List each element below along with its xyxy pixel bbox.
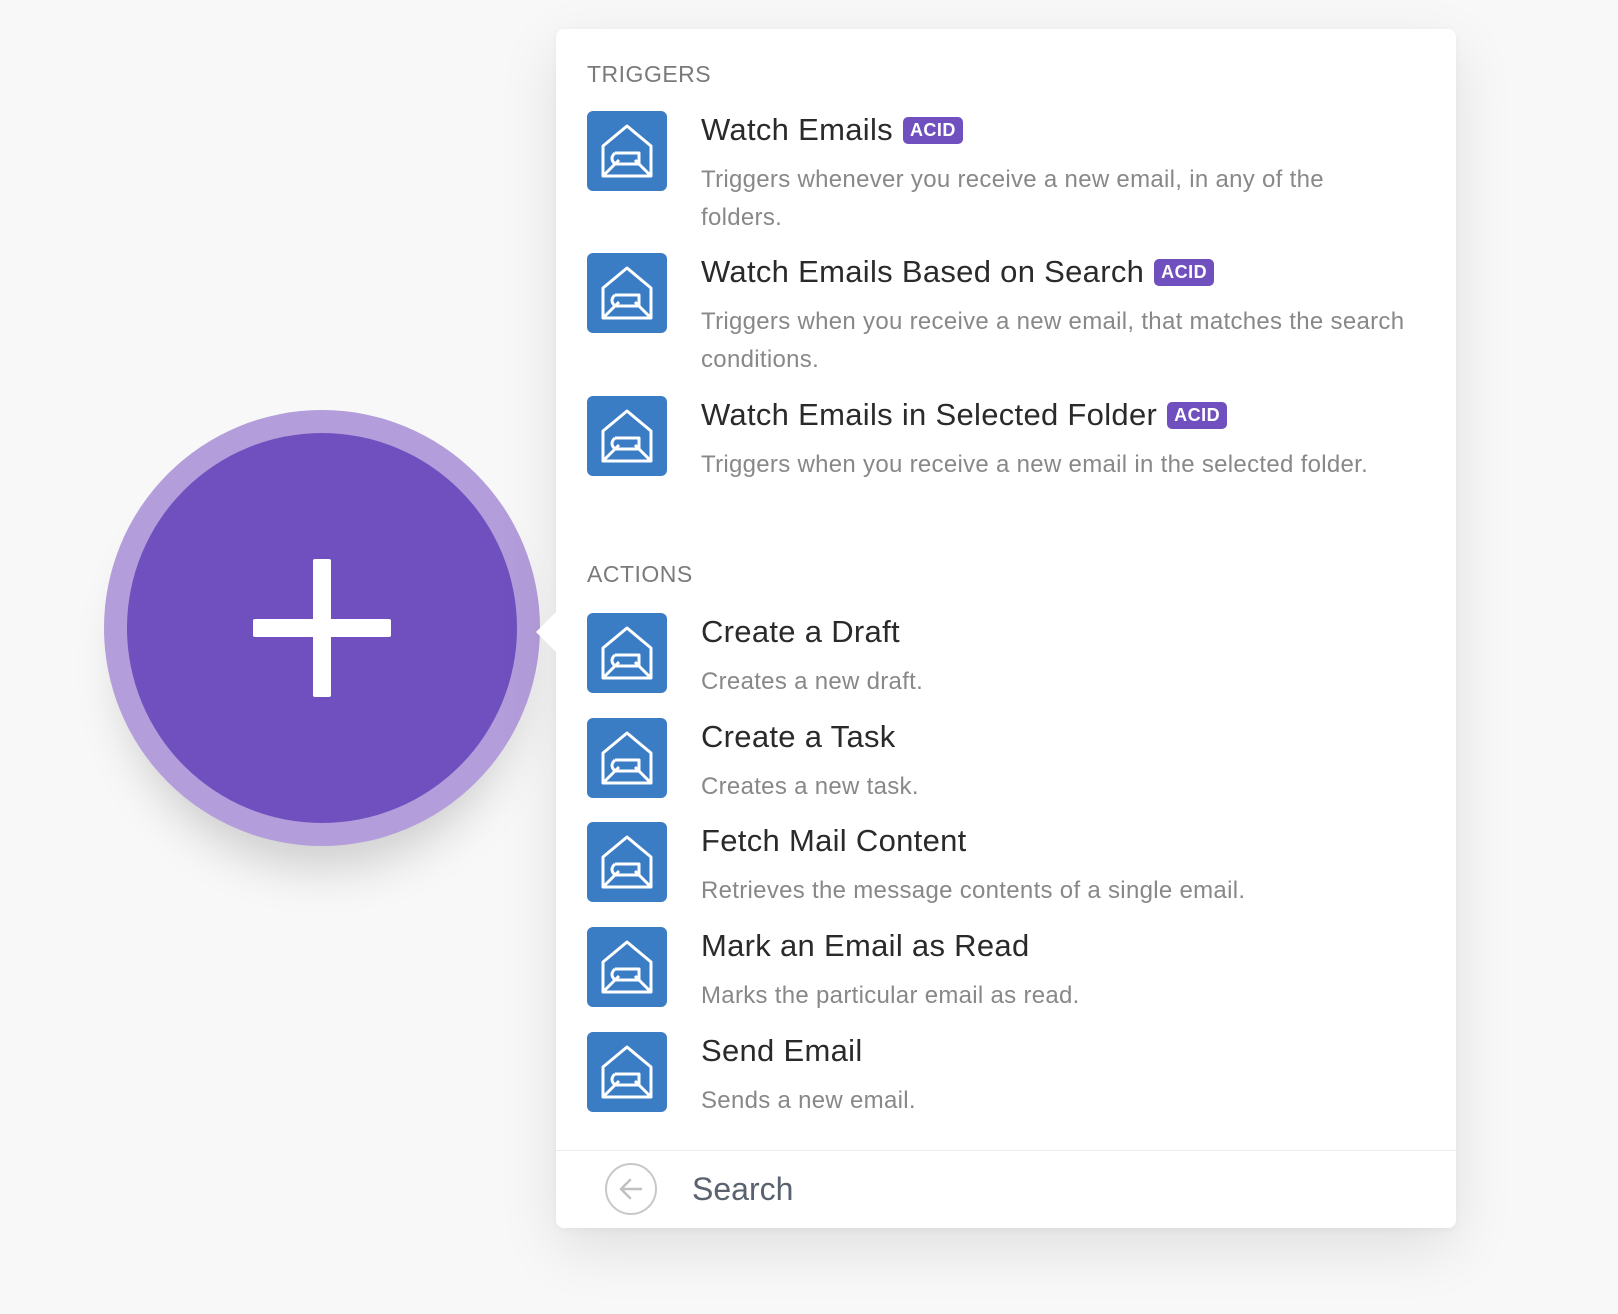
arrow-left-icon (619, 1178, 643, 1200)
plus-icon-vertical (313, 559, 331, 697)
module-description: Creates a new task. (701, 773, 919, 800)
acid-badge: ACID (902, 117, 963, 144)
mail-envelope-icon (587, 396, 667, 476)
triggers-section-label: TRIGGERS (587, 61, 712, 87)
acid-badge: ACID (1154, 259, 1215, 286)
acid-badge: ACID (1167, 402, 1228, 429)
module-description: Triggers whenever you receive a new emai… (701, 166, 1324, 231)
module-description: Triggers when you receive a new email in… (701, 451, 1369, 478)
actions-section-label: ACTIONS (587, 561, 693, 587)
module-title: Send Email (701, 1033, 863, 1068)
module-title: Create a Task (701, 719, 896, 754)
module-title-text: Watch Emails in Selected Folder (701, 397, 1158, 432)
module-title: Mark an Email as Read (701, 928, 1030, 963)
mail-envelope-icon (587, 253, 667, 333)
module-description: Creates a new draft. (701, 668, 924, 695)
add-module-core[interactable] (127, 433, 517, 823)
module-title: Watch Emails ACID (701, 112, 963, 148)
mail-envelope-icon (587, 111, 667, 191)
module-picker-panel: TRIGGERS Watch Emails ACID Triggers whene… (556, 29, 1456, 1228)
add-module-button[interactable] (104, 410, 540, 846)
module-description: Sends a new email. (701, 1087, 916, 1114)
module-title: Fetch Mail Content (701, 823, 967, 858)
module-description: Marks the particular email as read. (701, 982, 1080, 1009)
scenario-canvas: TRIGGERS Watch Emails ACID Triggers whene… (0, 0, 1618, 1314)
module-title-text: Watch Emails Based on Search (701, 254, 1145, 289)
mail-envelope-icon (587, 927, 667, 1007)
module-description: Triggers when you receive a new email, t… (701, 308, 1405, 373)
mail-envelope-icon (587, 822, 667, 902)
back-button[interactable] (605, 1163, 657, 1215)
panel-pointer (536, 610, 558, 654)
search-input[interactable] (692, 1159, 1392, 1219)
mail-envelope-icon (587, 718, 667, 798)
module-title-text: Watch Emails (701, 112, 893, 147)
mail-envelope-icon (587, 613, 667, 693)
search-footer (556, 1150, 1456, 1228)
module-title: Watch Emails in Selected Folder ACID (701, 397, 1228, 433)
module-title: Create a Draft (701, 614, 900, 649)
mail-envelope-icon (587, 1032, 667, 1112)
module-description: Retrieves the message contents of a sing… (701, 877, 1246, 904)
module-title: Watch Emails Based on Search ACID (701, 254, 1215, 290)
